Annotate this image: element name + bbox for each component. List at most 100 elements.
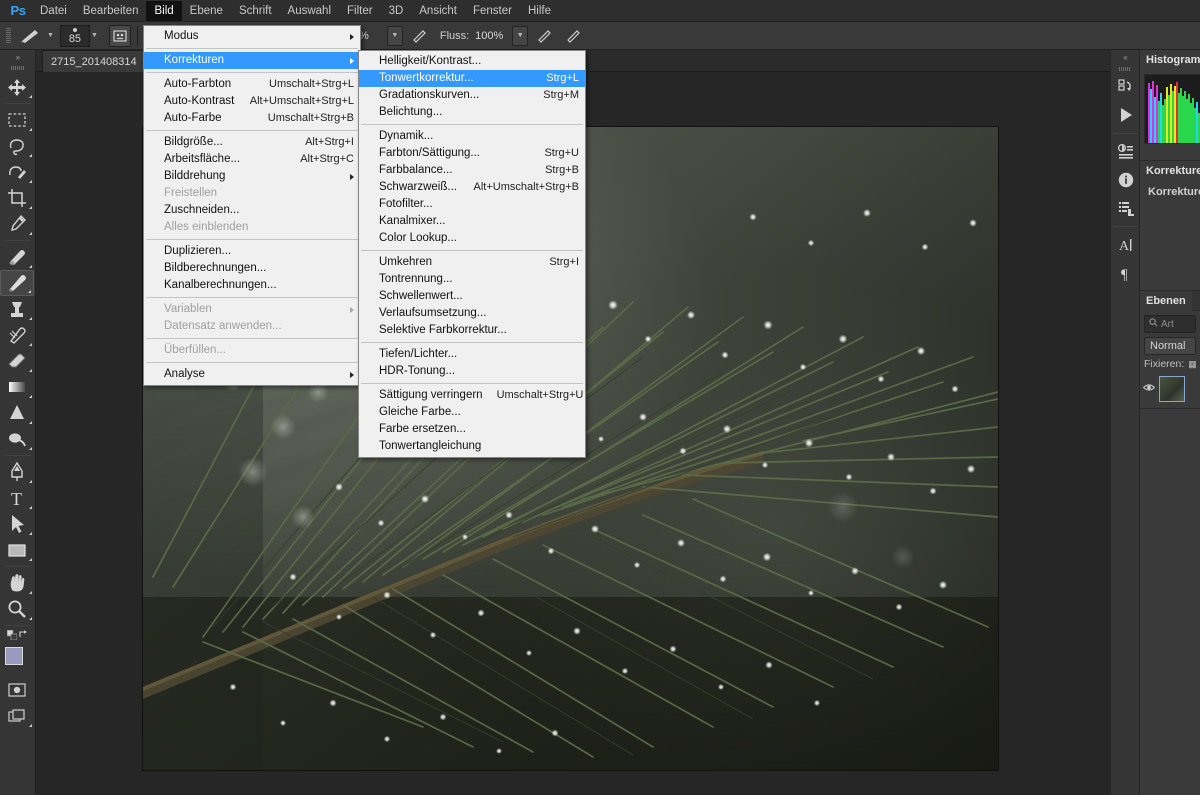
dodge-tool[interactable] — [0, 426, 34, 452]
menu-item-auto-farbton[interactable]: Auto-Farbton Umschalt+Strg+L — [144, 76, 360, 93]
menubar-item-ebene[interactable]: Ebene — [182, 1, 231, 21]
menu-item-gradationskurven[interactable]: Gradationskurven... Strg+M — [359, 87, 585, 104]
menu-item-helligkeit-kontrast[interactable]: Helligkeit/Kontrast... — [359, 53, 585, 70]
menu-item-fotofilter[interactable]: Fotofilter... — [359, 196, 585, 213]
layer-visibility-icon[interactable] — [1142, 383, 1156, 395]
menu-item-umkehren[interactable]: Umkehren Strg+I — [359, 254, 585, 271]
blur-tool[interactable] — [0, 400, 34, 426]
menubar-item-filter[interactable]: Filter — [339, 1, 381, 21]
tab-layers[interactable]: Ebenen — [1140, 290, 1192, 311]
history-panel-icon[interactable] — [1111, 73, 1141, 101]
document-tab[interactable]: 2715_201408314 — [42, 50, 146, 72]
marquee-tool[interactable] — [0, 107, 34, 133]
brush-size-field[interactable]: 85 — [59, 24, 90, 47]
opacity-chevron-down-icon[interactable]: ▼ — [386, 25, 403, 46]
menu-item-arbeitsfläche[interactable]: Arbeitsfläche... Alt+Strg+C — [144, 151, 360, 168]
menu-item-gleiche-farbe[interactable]: Gleiche Farbe... — [359, 404, 585, 421]
clone-stamp-tool[interactable] — [0, 296, 34, 322]
swap-colors-icon[interactable] — [18, 627, 29, 645]
path-selection-tool[interactable] — [0, 511, 34, 537]
flow-chevron-down-icon[interactable]: ▼ — [512, 25, 529, 46]
layer-filter-input[interactable]: Art — [1144, 315, 1196, 333]
menu-item-tonwertangleichung[interactable]: Tonwertangleichung — [359, 438, 585, 455]
menu-item-bilddrehung[interactable]: Bilddrehung — [144, 168, 360, 185]
lock-transparent-pixels-icon[interactable]: ▦ — [1188, 359, 1197, 370]
actions-panel-icon[interactable] — [1111, 101, 1141, 129]
healing-brush-tool[interactable] — [0, 244, 34, 270]
menu-item-auto-farbe[interactable]: Auto-Farbe Umschalt+Strg+B — [144, 110, 360, 127]
menu-item-kanalmixer[interactable]: Kanalmixer... — [359, 213, 585, 230]
menu-item-schwarzweiß[interactable]: Schwarzweiß... Alt+Umschalt+Strg+B — [359, 179, 585, 196]
dock-collapse-icon[interactable]: « — [1111, 50, 1139, 64]
eraser-tool[interactable] — [0, 348, 34, 374]
menu-item-schwellenwert[interactable]: Schwellenwert... — [359, 288, 585, 305]
menu-item-sättigung-verringern[interactable]: Sättigung verringern Umschalt+Strg+U — [359, 387, 585, 404]
quick-mask-mode-icon[interactable] — [0, 677, 34, 703]
pressure-size-icon[interactable] — [562, 25, 586, 47]
menubar-item-hilfe[interactable]: Hilfe — [520, 1, 559, 21]
menu-item-modus[interactable]: Modus — [144, 28, 360, 45]
brush-preview-chevron-down-icon[interactable]: ▼ — [47, 32, 54, 39]
screen-mode-icon[interactable] — [0, 703, 34, 729]
airbrush-icon[interactable] — [533, 25, 557, 47]
menu-item-hdr-tonung[interactable]: HDR-Tonung... — [359, 363, 585, 380]
type-tool[interactable]: T — [0, 485, 34, 511]
history-brush-tool[interactable] — [0, 322, 34, 348]
menubar-item-bearbeiten[interactable]: Bearbeiten — [75, 1, 147, 21]
info-panel-icon[interactable] — [1111, 166, 1141, 194]
eyedropper-tool[interactable] — [0, 211, 34, 237]
menu-item-farbton-sättigung[interactable]: Farbton/Sättigung... Strg+U — [359, 145, 585, 162]
menubar-item-3d[interactable]: 3D — [381, 1, 412, 21]
menu-item-korrekturen[interactable]: Korrekturen — [144, 52, 360, 69]
menu-item-selektive-farbkorrektur[interactable]: Selektive Farbkorrektur... — [359, 322, 585, 339]
layer-comps-panel-icon[interactable] — [1111, 194, 1141, 222]
menu-item-tonwertkorrektur[interactable]: Tonwertkorrektur... Strg+L — [359, 70, 585, 87]
rectangle-tool[interactable] — [0, 537, 34, 563]
menubar-item-auswahl[interactable]: Auswahl — [280, 1, 339, 21]
menu-item-auto-kontrast[interactable]: Auto-Kontrast Alt+Umschalt+Strg+L — [144, 93, 360, 110]
menu-bild-dropdown[interactable]: Modus Korrekturen Auto-Farbton Umschalt+Str… — [143, 25, 361, 386]
paragraph-panel-icon[interactable]: ¶ — [1111, 259, 1141, 287]
crop-tool[interactable] — [0, 185, 34, 211]
layer-thumbnail[interactable] — [1159, 376, 1185, 402]
menu-item-tontrennung[interactable]: Tontrennung... — [359, 271, 585, 288]
menu-item-color-lookup[interactable]: Color Lookup... — [359, 230, 585, 247]
menubar-item-datei[interactable]: Datei — [32, 1, 75, 21]
character-panel-icon[interactable]: A — [1111, 231, 1141, 259]
menu-item-farbbalance[interactable]: Farbbalance... Strg+B — [359, 162, 585, 179]
menubar-item-fenster[interactable]: Fenster — [465, 1, 520, 21]
menu-item-dynamik[interactable]: Dynamik... — [359, 128, 585, 145]
menu-item-zuschneiden[interactable]: Zuschneiden... — [144, 202, 360, 219]
tab-corrections[interactable]: Korrekturen — [1140, 160, 1200, 181]
menu-item-verlaufsumsetzung[interactable]: Verlaufsumsetzung... — [359, 305, 585, 322]
airbrush-pressure-opacity-icon[interactable] — [408, 25, 432, 47]
menu-item-kanalberechnungen[interactable]: Kanalberechnungen... — [144, 277, 360, 294]
brush-tool[interactable] — [0, 270, 34, 296]
foreground-color-swatch[interactable] — [5, 647, 23, 665]
menu-item-bildberechnungen[interactable]: Bildberechnungen... — [144, 260, 360, 277]
lasso-tool[interactable] — [0, 133, 34, 159]
hand-tool[interactable] — [0, 570, 34, 596]
dock-grip[interactable] — [1119, 67, 1131, 71]
tab-histogram[interactable]: Histogramm — [1140, 49, 1200, 70]
adjustments-panel-icon[interactable] — [1111, 138, 1141, 166]
menu-item-farbe-ersetzen[interactable]: Farbe ersetzen... — [359, 421, 585, 438]
toolbar-collapse-icon[interactable]: » — [0, 50, 35, 64]
options-bar-grip[interactable] — [6, 27, 11, 44]
blend-mode-select[interactable]: Normal — [1144, 337, 1196, 355]
default-colors-icon[interactable] — [6, 627, 17, 645]
menu-item-analyse[interactable]: Analyse — [144, 366, 360, 383]
menu-item-tiefen-lichter[interactable]: Tiefen/Lichter... — [359, 346, 585, 363]
menubar-item-bild[interactable]: Bild — [146, 0, 182, 21]
pen-tool[interactable] — [0, 459, 34, 485]
color-swatches[interactable] — [0, 645, 34, 677]
zoom-tool[interactable] — [0, 596, 34, 622]
quick-selection-tool[interactable] — [0, 159, 34, 185]
layer-list-item[interactable] — [1142, 374, 1198, 404]
toolbar-grip[interactable] — [10, 66, 25, 70]
move-tool[interactable] — [0, 74, 34, 100]
brush-panel-toggle-icon[interactable] — [108, 24, 131, 47]
gradient-tool[interactable] — [0, 374, 34, 400]
menu-item-bildgröße[interactable]: Bildgröße... Alt+Strg+I — [144, 134, 360, 151]
brush-preview-icon[interactable] — [16, 26, 46, 46]
